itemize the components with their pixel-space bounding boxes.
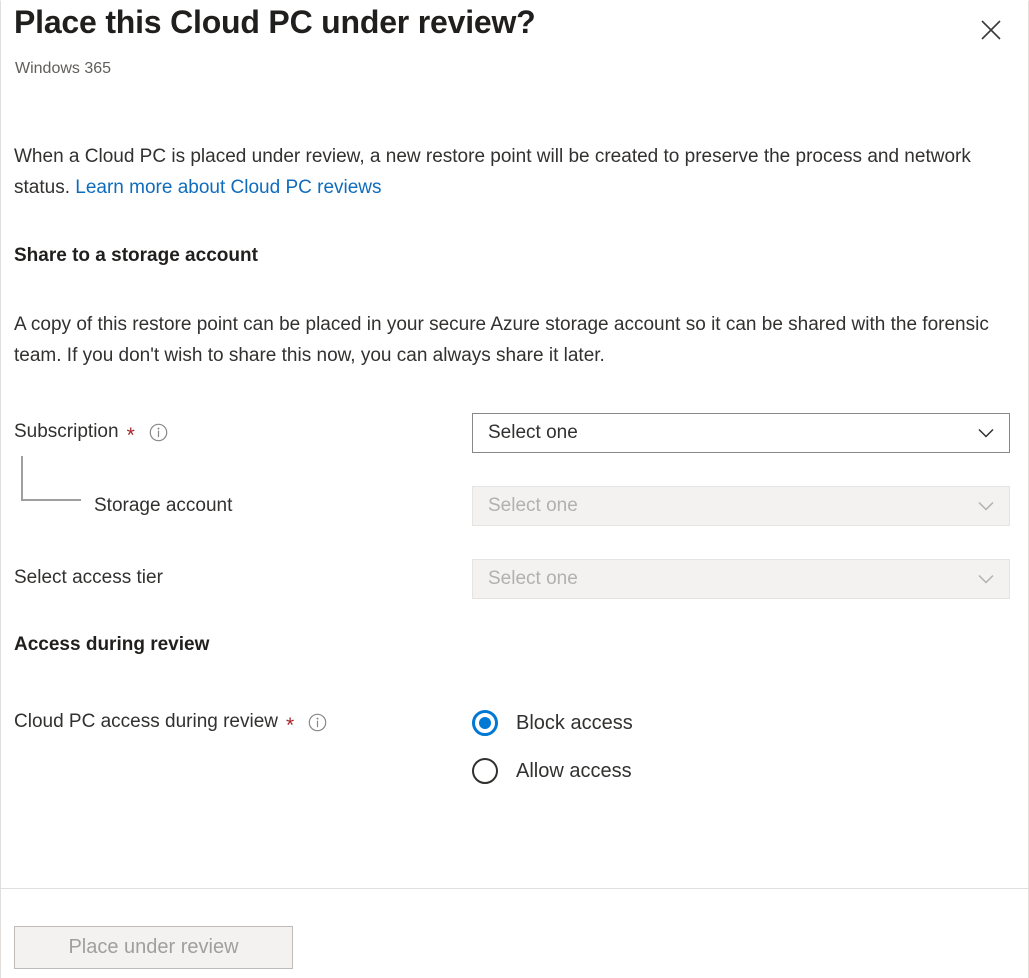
subscription-label-text: Subscription [14, 421, 119, 443]
storage-account-label: Storage account [94, 495, 232, 517]
cloud-pc-access-radio-group: Block access Allow access [472, 699, 633, 795]
subscription-dropdown-value: Select one [488, 422, 578, 444]
dialog-footer: Place under review [1, 888, 1028, 978]
required-indicator: * [286, 715, 294, 736]
radio-mark-unselected-icon [472, 758, 498, 784]
cloud-pc-access-label: Cloud PC access during review * [14, 711, 327, 733]
radio-label-block-access: Block access [516, 712, 633, 735]
cloud-pc-review-dialog: Place this Cloud PC under review? Window… [0, 0, 1029, 978]
radio-option-block-access[interactable]: Block access [472, 699, 633, 747]
radio-mark-selected-icon [472, 710, 498, 736]
required-indicator: * [127, 425, 135, 446]
close-icon [980, 19, 1002, 41]
access-tier-label-text: Select access tier [14, 567, 163, 589]
share-section-heading: Share to a storage account [14, 245, 258, 267]
indent-connector-line [21, 456, 81, 501]
chevron-down-icon [975, 422, 997, 444]
storage-account-label-text: Storage account [94, 495, 232, 517]
access-section-heading: Access during review [14, 634, 209, 656]
share-section-description: A copy of this restore point can be plac… [14, 309, 1012, 371]
info-icon[interactable] [308, 713, 327, 732]
learn-more-link[interactable]: Learn more about Cloud PC reviews [75, 177, 381, 198]
dialog-body: When a Cloud PC is placed under review, … [1, 101, 1028, 889]
cloud-pc-access-label-text: Cloud PC access during review [14, 711, 278, 733]
dialog-subtitle: Windows 365 [15, 60, 111, 78]
access-tier-label: Select access tier [14, 567, 163, 589]
subscription-label: Subscription * [14, 421, 168, 443]
place-under-review-button[interactable]: Place under review [14, 926, 293, 969]
subscription-dropdown[interactable]: Select one [472, 413, 1010, 453]
dialog-header: Place this Cloud PC under review? Window… [1, 1, 1028, 101]
info-icon[interactable] [149, 423, 168, 442]
page-title: Place this Cloud PC under review? [14, 4, 536, 41]
radio-option-allow-access[interactable]: Allow access [472, 747, 633, 795]
radio-label-allow-access: Allow access [516, 760, 632, 783]
close-button[interactable] [971, 10, 1011, 50]
access-tier-dropdown[interactable]: Select one [472, 559, 1010, 599]
storage-account-dropdown[interactable]: Select one [472, 486, 1010, 526]
chevron-down-icon [975, 568, 997, 590]
intro-paragraph: When a Cloud PC is placed under review, … [14, 141, 999, 203]
storage-account-dropdown-value: Select one [488, 495, 578, 517]
access-tier-dropdown-value: Select one [488, 568, 578, 590]
chevron-down-icon [975, 495, 997, 517]
